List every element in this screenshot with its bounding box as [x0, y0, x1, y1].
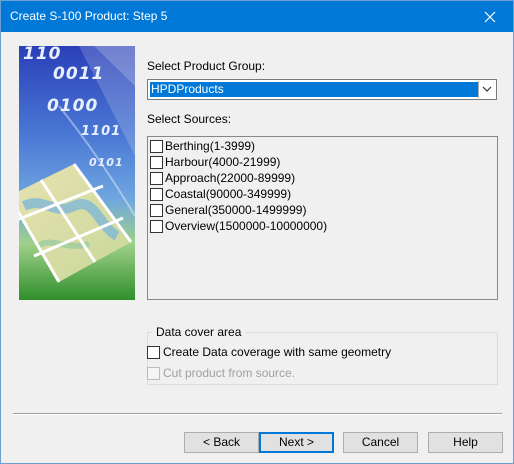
- checkbox[interactable]: [150, 220, 163, 233]
- source-item-label: Berthing(1-3999): [165, 139, 256, 153]
- button-separator: [13, 413, 502, 415]
- window-title: Create S-100 Product: Step 5: [10, 9, 168, 23]
- product-group-label: Select Product Group:: [147, 59, 266, 73]
- wizard-illustration: 110 0011 0100 1101 0101: [19, 46, 135, 300]
- wizard-dialog: Create S-100 Product: Step 5 110 0011 01…: [0, 0, 514, 464]
- dropdown-toggle[interactable]: [478, 81, 495, 98]
- checkbox[interactable]: [150, 140, 163, 153]
- binary-text-3: 0100: [47, 96, 99, 116]
- checkbox[interactable]: [150, 156, 163, 169]
- checkbox[interactable]: [150, 188, 163, 201]
- product-group-dropdown[interactable]: HPDProducts: [147, 79, 497, 100]
- cut-product-label: Cut product from source.: [163, 366, 296, 380]
- chevron-down-icon: [482, 86, 492, 92]
- cut-product-checkbox: [147, 367, 160, 380]
- chart-map-graphic: [19, 46, 135, 300]
- title-bar: Create S-100 Product: Step 5: [1, 1, 513, 32]
- close-button[interactable]: [467, 1, 513, 32]
- source-item-label: Coastal(90000-349999): [165, 187, 292, 201]
- checkbox[interactable]: [150, 172, 163, 185]
- create-same-geometry-checkbox[interactable]: [147, 346, 160, 359]
- source-item-label: Harbour(4000-21999): [165, 155, 281, 169]
- binary-text-2: 0011: [53, 64, 105, 84]
- source-item-label: Approach(22000-89999): [165, 171, 296, 185]
- sources-list[interactable]: Berthing(1-3999) Harbour(4000-21999) App…: [147, 136, 498, 300]
- source-item-label: General(350000-1499999): [165, 203, 307, 217]
- binary-text-4: 1101: [81, 124, 122, 139]
- binary-text-5: 0101: [89, 156, 124, 169]
- help-button[interactable]: Help: [428, 432, 503, 453]
- product-group-value: HPDProducts: [150, 82, 478, 97]
- close-icon: [484, 11, 496, 23]
- sources-label: Select Sources:: [147, 112, 232, 126]
- back-button[interactable]: < Back: [184, 432, 259, 453]
- cancel-button[interactable]: Cancel: [343, 432, 418, 453]
- source-item-label: Overview(1500000-10000000): [165, 219, 328, 233]
- binary-text-1: 110: [23, 46, 62, 64]
- next-button[interactable]: Next >: [259, 432, 334, 453]
- checkbox[interactable]: [150, 204, 163, 217]
- data-cover-title: Data cover area: [152, 325, 246, 339]
- create-same-geometry-label: Create Data coverage with same geometry: [163, 345, 392, 359]
